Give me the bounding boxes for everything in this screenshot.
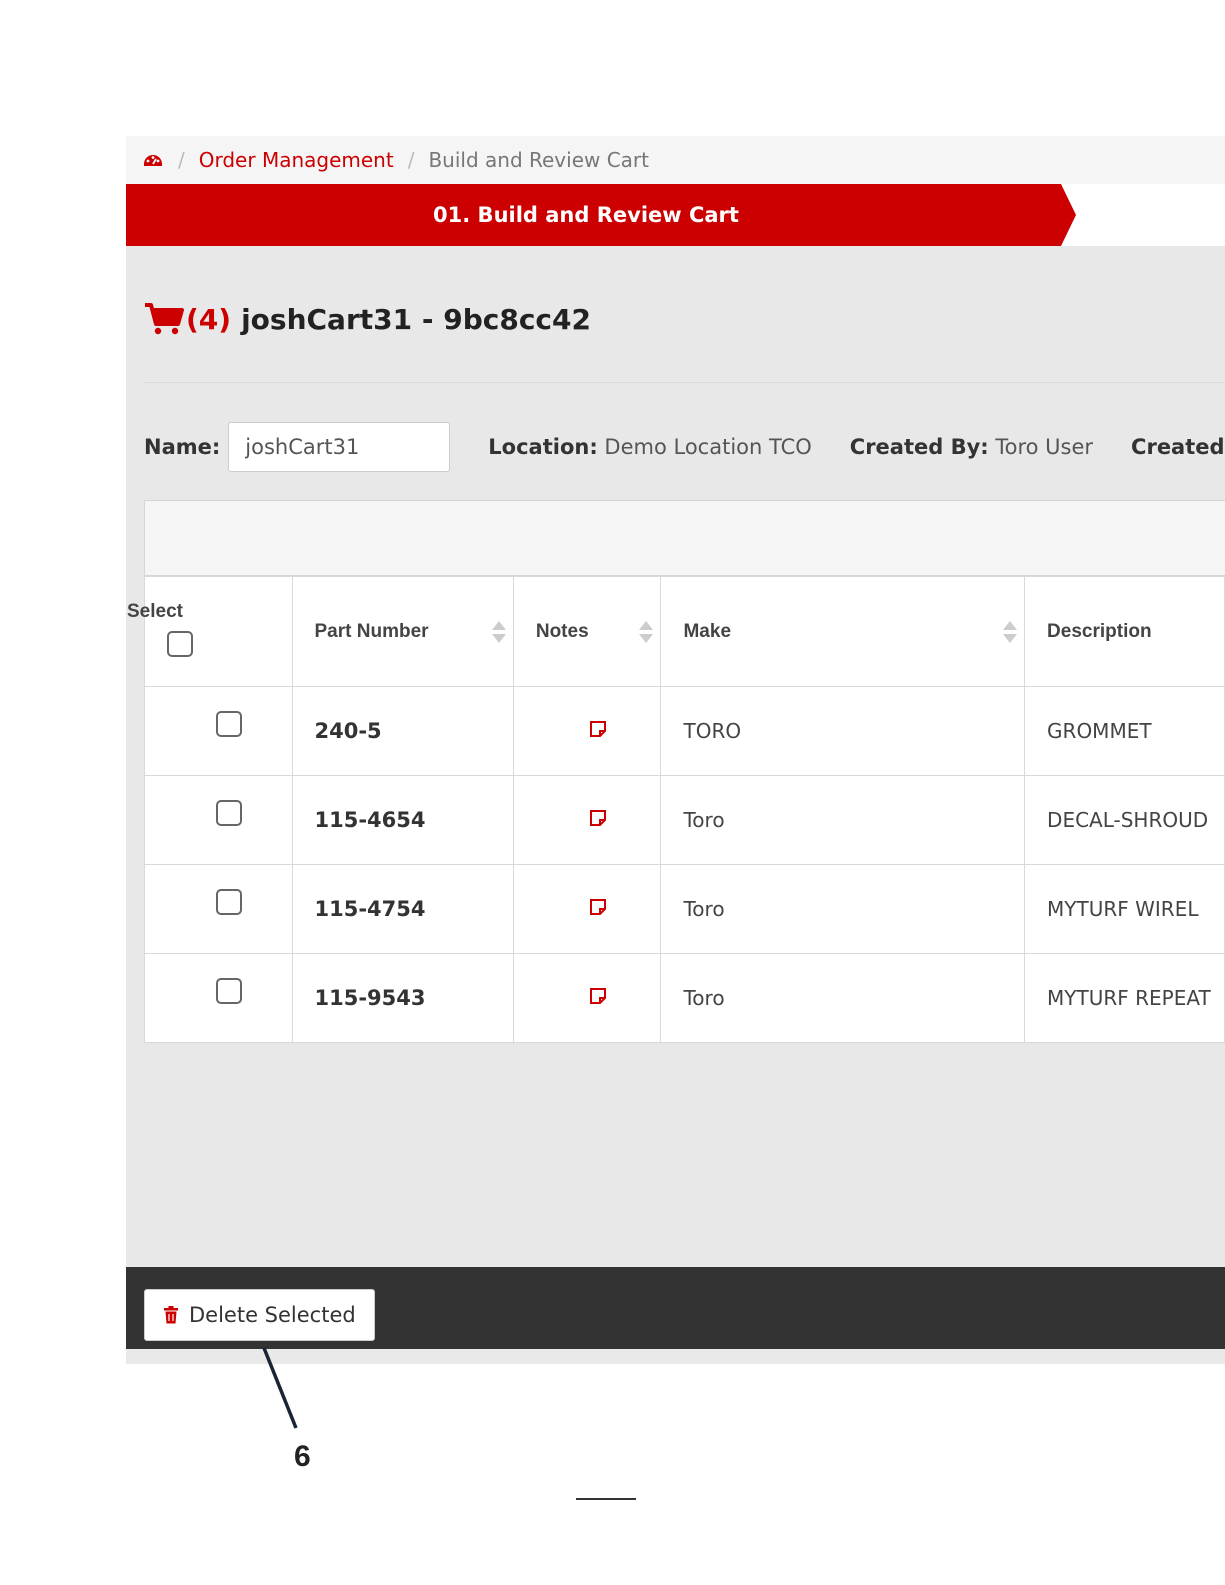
breadcrumb-separator: / [407,148,415,172]
table-row[interactable]: 240-5 TORO GROMMET [144,686,1225,776]
description-cell: MYTURF WIREL [1024,864,1225,954]
note-icon[interactable] [589,987,607,1005]
cart-title: joshCart31 - 9bc8cc42 [241,302,591,336]
main-content: (4) joshCart31 - 9bc8cc42 Name: Location… [126,246,1225,1266]
callout-number: 6 [294,1440,311,1473]
row-select-cell [144,864,293,954]
header-description[interactable]: Description [1024,576,1225,687]
dashboard-icon[interactable] [142,149,164,171]
header-notes[interactable]: Notes [512,576,662,687]
table-row[interactable]: 115-9543 Toro MYTURF REPEAT [144,953,1225,1043]
header-make-label: Make [683,620,732,642]
row-checkbox[interactable] [216,889,243,915]
notes-cell [512,686,662,776]
location-value: Demo Location TCO [604,435,812,459]
breadcrumb-current: Build and Review Cart [428,148,649,172]
cart-heading: (4) joshCart31 - 9bc8cc42 [144,302,591,336]
cart-meta: Name: Location: Demo Location TCO Create… [144,422,1225,472]
page-rule [576,1498,636,1500]
breadcrumb-separator: / [178,148,185,172]
delete-selected-button[interactable]: Delete Selected [144,1289,375,1341]
sort-icon[interactable] [491,619,507,645]
note-icon[interactable] [589,720,607,738]
created-label: Created [1131,435,1225,459]
breadcrumb: / Order Management / Build and Review Ca… [126,136,1225,184]
shopping-cart-icon [145,303,184,335]
make-cell: Toro [660,953,1026,1043]
note-icon[interactable] [589,809,607,827]
notes-cell [512,775,662,865]
note-icon[interactable] [589,898,607,916]
header-select: Select [127,576,293,687]
delete-selected-label: Delete Selected [189,1303,356,1327]
table-header-row: Select Part Number Notes Make Descriptio… [127,576,1225,687]
divider [144,382,1225,383]
description-cell: GROMMET [1024,686,1225,776]
select-all-checkbox[interactable] [167,630,193,657]
cart-name-input[interactable] [228,422,451,472]
row-select-cell [144,686,293,776]
step-progress-bar: 01. Build and Review Cart [126,184,1225,246]
notes-cell [512,864,662,954]
part-number-cell: 115-4654 [291,775,514,865]
notes-cell [512,953,662,1043]
sort-icon[interactable] [1002,619,1018,645]
row-checkbox[interactable] [216,711,243,737]
description-cell: MYTURF REPEAT [1024,953,1225,1043]
part-number-cell: 115-4754 [291,864,514,954]
header-select-label: Select [127,600,183,622]
description-cell: DECAL-SHROUD [1024,775,1225,865]
trash-icon [164,1306,178,1324]
step-build-review-cart[interactable]: 01. Build and Review Cart [126,184,1046,246]
cart-item-count: (4) [186,302,232,336]
header-part-number-label: Part Number [314,620,429,642]
table-row[interactable]: 115-4754 Toro MYTURF WIREL [144,864,1225,954]
part-number-cell: 115-9543 [291,953,514,1043]
sort-icon[interactable] [638,619,654,645]
make-cell: Toro [660,775,1026,865]
name-label: Name: [144,435,221,459]
part-number-cell: 240-5 [291,686,514,776]
row-select-cell [144,775,293,865]
created-by-label: Created By: [849,435,989,459]
created-by-info: Created By: Toro User [850,435,1093,459]
created-by-value: Toro User [995,435,1094,459]
header-notes-label: Notes [535,620,589,642]
table-toolbar [144,500,1225,576]
header-part-number[interactable]: Part Number [291,576,514,687]
location-label: Location: [488,435,598,459]
cart-items-table: Select Part Number Notes Make Descriptio… [127,576,1225,1043]
header-make[interactable]: Make [660,576,1026,687]
table-row[interactable]: 115-4654 Toro DECAL-SHROUD [144,775,1225,865]
header-description-label: Description [1047,620,1152,642]
row-select-cell [144,953,293,1043]
location-info: Location: Demo Location TCO [488,435,812,459]
row-checkbox[interactable] [216,800,243,826]
make-cell: TORO [660,686,1026,776]
make-cell: Toro [660,864,1026,954]
app-screen: / Order Management / Build and Review Ca… [126,136,1225,1364]
footer-action-bar: Delete Selected [126,1267,1225,1349]
row-checkbox[interactable] [216,978,243,1004]
breadcrumb-link-order-management[interactable]: Order Management [199,148,394,172]
